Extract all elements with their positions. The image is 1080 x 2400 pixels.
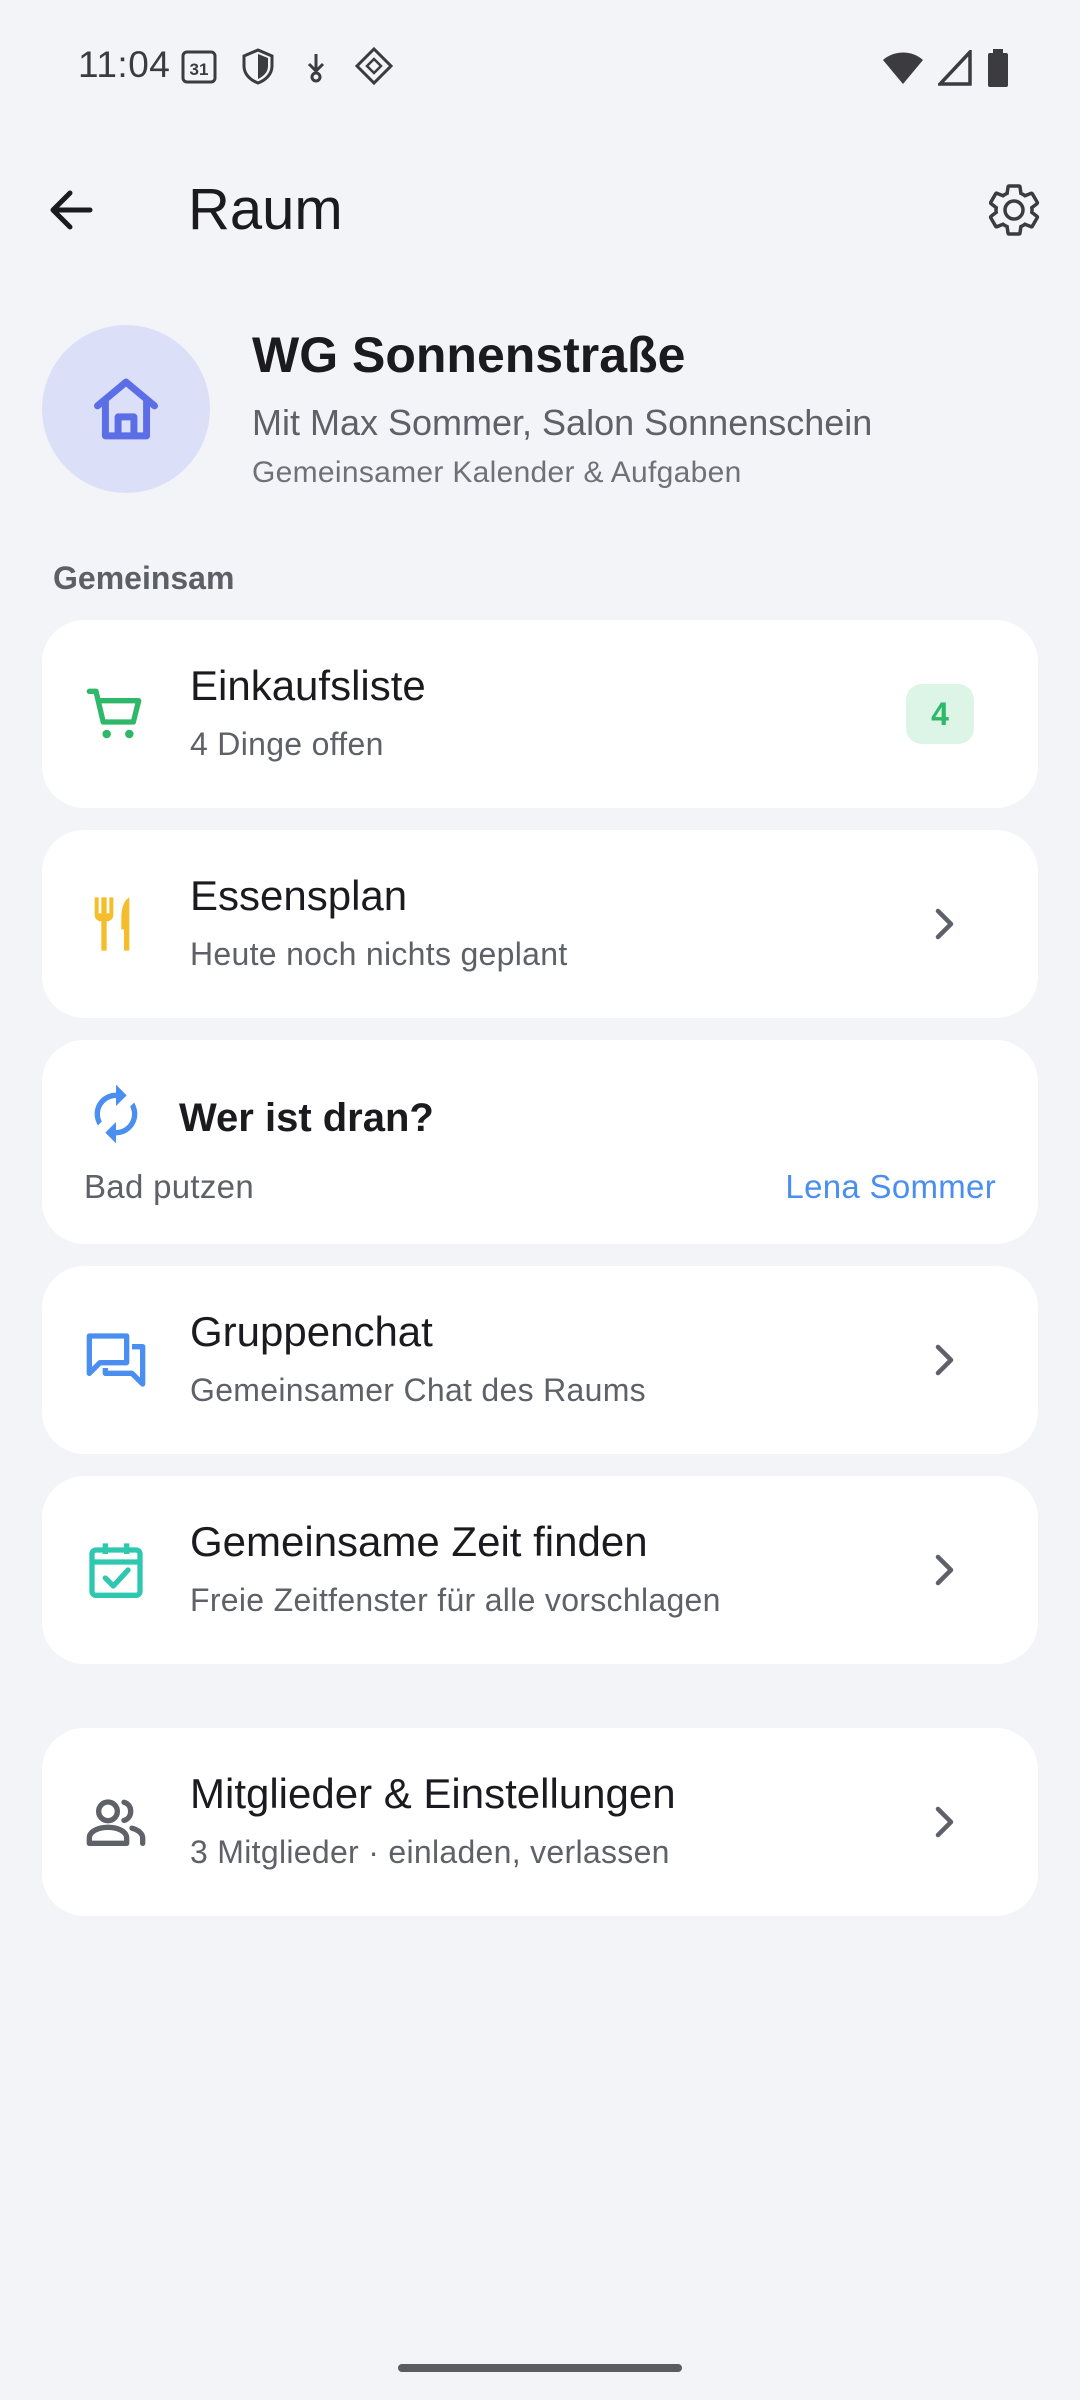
card-title: Wer ist dran? [179,1096,434,1140]
card-subtitle: 3 Mitglieder · einladen, verlassen [190,1834,670,1870]
refresh-icon [84,1082,148,1146]
people-icon [84,1790,148,1854]
cell-signal-icon [938,50,972,86]
chevron-right-icon [935,1806,954,1838]
chevron-right-icon [935,1344,954,1376]
status-bar: 11:04 31 [0,0,1080,135]
shopping-list-card[interactable]: Einkaufsliste 4 Dinge offen 4 [42,620,1038,808]
room-name: WG Sonnenstraße [252,327,686,383]
card-title: Gemeinsame Zeit finden [190,1518,648,1565]
battery-icon [988,49,1008,87]
group-chat-card[interactable]: Gruppenchat Gemeinsamer Chat des Raums [42,1266,1038,1454]
section-label: Gemeinsam [53,560,235,596]
svg-text:31: 31 [190,60,209,79]
card-subtitle: Freie Zeitfenster für alle vorschlagen [190,1582,721,1618]
card-title: Mitglieder & Einstellungen [190,1770,676,1817]
status-time: 11:04 [78,44,171,85]
status-icons-right [882,48,1010,88]
card-title: Einkaufsliste [190,662,426,709]
wifi-icon [883,52,923,84]
status-icons-left: 31 [180,46,394,91]
card-subtitle: Heute noch nichts geplant [190,936,568,972]
utensils-icon [84,892,148,956]
room-members: Mit Max Sommer, Salon Sonnenschein [252,402,873,443]
calendar-check-icon [84,1538,148,1602]
screen: 11:04 31 Raum WG Sonnenstraße Mit Max So… [0,0,1080,2400]
meal-plan-card[interactable]: Essensplan Heute noch nichts geplant [42,830,1038,1018]
room-description: Gemeinsamer Kalender & Aufgaben [252,456,742,489]
chore-turn-card[interactable]: Wer ist dran? Bad putzen Lena Sommer [42,1040,1038,1244]
assigned-person[interactable]: Lena Sommer [785,1168,996,1206]
home-indicator[interactable] [398,2364,682,2372]
arrow-left-icon [50,190,93,230]
card-subtitle: 4 Dinge offen [190,726,384,762]
find-time-card[interactable]: Gemeinsame Zeit finden Freie Zeitfenster… [42,1476,1038,1664]
back-button[interactable] [42,180,102,240]
card-title: Gruppenchat [190,1308,433,1355]
chevron-right-icon [935,1554,954,1586]
card-subtitle: Gemeinsamer Chat des Raums [190,1372,646,1408]
vpn-icon [354,46,394,91]
count-badge: 4 [906,684,974,744]
top-app-bar: Raum [0,150,1080,270]
members-settings-card[interactable]: Mitglieder & Einstellungen 3 Mitglieder … [42,1728,1038,1916]
page-title: Raum [188,177,343,242]
download-icon [296,46,336,91]
calendar-icon: 31 [180,46,220,91]
card-title: Essensplan [190,872,408,919]
shield-icon [238,46,278,91]
chat-icon [84,1328,148,1392]
home-icon [94,378,158,440]
settings-button[interactable] [984,180,1044,240]
room-avatar [42,325,210,493]
gear-icon [988,184,1040,236]
chevron-right-icon [935,908,954,940]
chore-task: Bad putzen [84,1168,254,1205]
cart-icon [84,682,148,746]
